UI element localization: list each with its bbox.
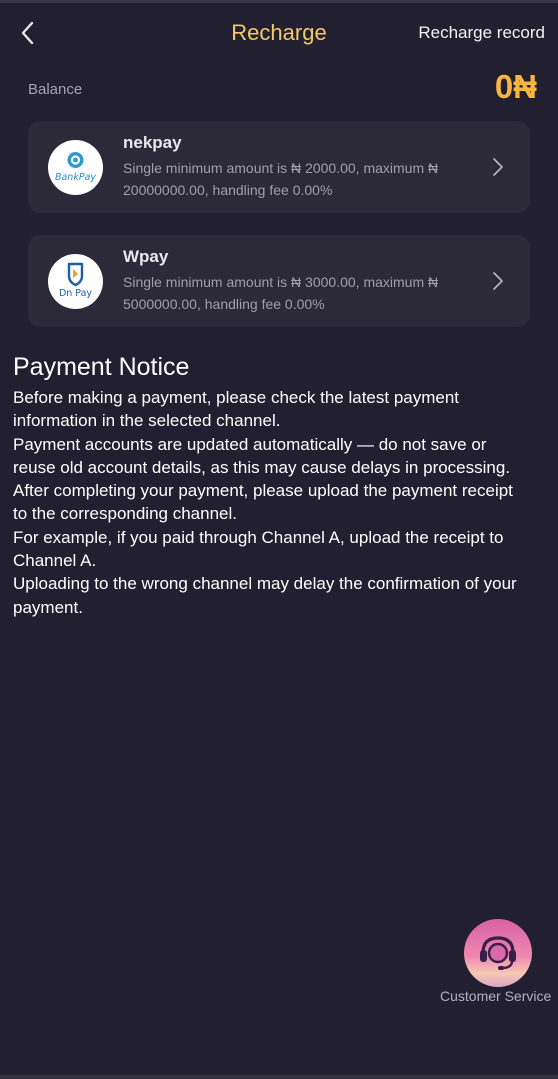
recharge-record-link[interactable]: Recharge record xyxy=(418,23,545,43)
customer-service-button[interactable] xyxy=(464,919,532,987)
channel-nekpay[interactable]: BankPay nekpay Single minimum amount is … xyxy=(28,121,530,213)
notice-line: information in the selected channel. xyxy=(13,411,281,431)
notice-line: Channel A. xyxy=(13,551,97,571)
notice-line: payment. xyxy=(13,597,83,617)
notice-line: reuse old account details, as this may c… xyxy=(13,457,511,477)
channel-description: Single minimum amount is ₦ 3000.00, maxi… xyxy=(123,274,439,312)
payment-notice: Payment Notice Before making a payment, … xyxy=(13,353,543,619)
chevron-right-icon xyxy=(493,272,503,290)
customer-service-label[interactable]: Customer Service xyxy=(440,988,551,1004)
notice-title: Payment Notice xyxy=(13,353,190,381)
channel-description: Single minimum amount is ₦ 2000.00, maxi… xyxy=(123,160,439,198)
back-button[interactable] xyxy=(14,18,44,48)
bottom-divider xyxy=(0,1075,558,1079)
notice-line: Payment accounts are updated automatical… xyxy=(13,434,487,454)
channel-wpay[interactable]: Dn Pay Wpay Single minimum amount is ₦ 3… xyxy=(28,235,530,327)
channel-name: nekpay xyxy=(123,133,182,152)
notice-line: to the corresponding channel. xyxy=(13,504,237,524)
chevron-right-icon xyxy=(493,158,503,176)
notice-line: For example, if you paid through Channel… xyxy=(13,527,504,547)
svg-text:Dn Pay: Dn Pay xyxy=(59,288,92,299)
bankpay-logo: BankPay xyxy=(48,140,103,195)
balance-value: 0₦ xyxy=(494,68,537,105)
channel-name: Wpay xyxy=(123,247,169,266)
headset-icon xyxy=(480,936,516,970)
chevron-left-icon xyxy=(21,21,34,45)
dnpay-logo: Dn Pay xyxy=(48,254,103,309)
app-header: Recharge Recharge record xyxy=(0,0,558,66)
notice-line: Uploading to the wrong channel may delay… xyxy=(13,574,517,594)
svg-text:BankPay: BankPay xyxy=(55,172,96,183)
balance-label: Balance xyxy=(28,81,83,98)
notice-line: After completing your payment, please up… xyxy=(13,481,513,501)
notice-line: Before making a payment, please check th… xyxy=(13,388,460,407)
